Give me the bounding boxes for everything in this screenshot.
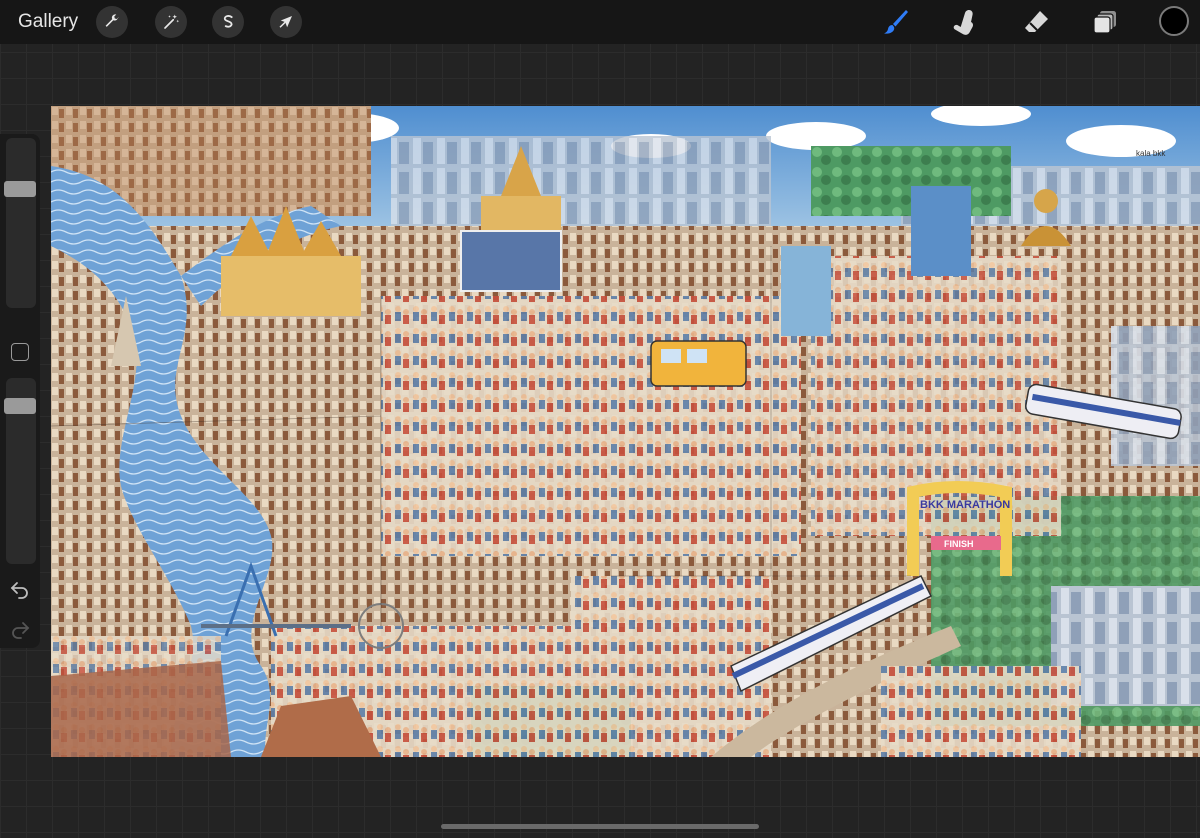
marathon-banner-text: BKK MARATHON <box>920 499 1010 511</box>
smudge-finger-icon <box>953 10 973 35</box>
gallery-button[interactable]: Gallery <box>18 11 78 33</box>
artist-signature: kala bkk <box>1136 149 1166 158</box>
color-picker-button[interactable] <box>1159 6 1189 36</box>
selection-s-icon <box>223 15 233 28</box>
brush-icon <box>884 10 908 34</box>
wrench-icon <box>105 14 119 27</box>
procreate-app: Gallery BKK MARATHON FINISH kala bkk <box>0 0 1200 838</box>
selection-button[interactable] <box>212 6 244 38</box>
opacity-thumb[interactable] <box>4 398 36 414</box>
eraser-icon <box>1025 11 1048 32</box>
opacity-slider[interactable] <box>4 378 36 564</box>
eraser-tool-button[interactable] <box>1020 6 1052 38</box>
brush-tool-button[interactable] <box>879 6 911 38</box>
arrow-cursor-icon <box>279 16 292 28</box>
magic-wand-icon <box>164 14 180 29</box>
redo-icon[interactable] <box>9 618 31 640</box>
left-sidebar <box>0 134 40 648</box>
layers-icon <box>1093 11 1116 34</box>
top-toolbar: Gallery <box>0 0 1200 44</box>
smudge-tool-button[interactable] <box>948 6 980 38</box>
drawing-canvas[interactable]: BKK MARATHON FINISH kala bkk <box>51 106 1200 757</box>
brush-size-slider[interactable] <box>4 138 36 308</box>
layers-button[interactable] <box>1089 6 1121 38</box>
home-indicator[interactable] <box>441 824 759 829</box>
bangkok-illustration: BKK MARATHON FINISH kala bkk <box>51 106 1200 757</box>
modify-button[interactable] <box>11 343 29 361</box>
actions-button[interactable] <box>96 6 128 38</box>
adjustments-button[interactable] <box>155 6 187 38</box>
transform-button[interactable] <box>270 6 302 38</box>
undo-icon[interactable] <box>9 578 31 600</box>
finish-banner-text: FINISH <box>944 539 974 549</box>
brush-size-thumb[interactable] <box>4 181 36 197</box>
